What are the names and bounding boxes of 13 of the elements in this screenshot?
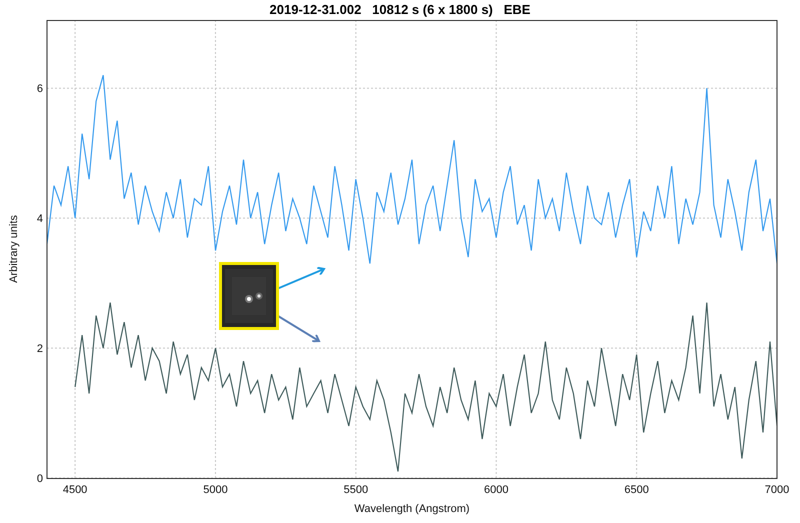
y-tick-label: 6	[36, 83, 43, 96]
y-tick-label: 2	[36, 343, 43, 356]
chart-title: 2019-12-31.002 10812 s (6 x 1800 s) EBE	[270, 1, 530, 20]
y-axis-label: Arbitrary units	[8, 215, 20, 283]
x-tick-label: 6000	[484, 484, 508, 496]
y-tick-label: 4	[36, 213, 43, 226]
x-tick-label: 5000	[203, 484, 228, 496]
x-tick-label: 7000	[764, 484, 790, 496]
x-axis-label: Wavelength (Angstrom)	[354, 503, 470, 515]
x-tick-label: 4500	[62, 484, 88, 496]
x-tick-label: 5500	[344, 484, 368, 496]
y-tick-label: 0	[36, 473, 43, 485]
x-tick-label: 6500	[624, 484, 649, 496]
